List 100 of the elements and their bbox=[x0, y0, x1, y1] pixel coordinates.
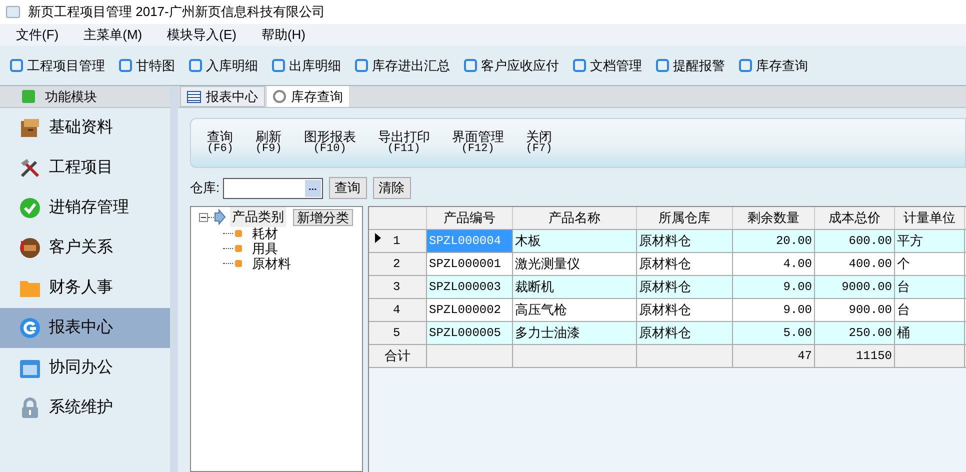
bullet-icon bbox=[235, 260, 242, 267]
warehouse-field[interactable]: ... bbox=[222, 178, 323, 198]
collapse-icon[interactable] bbox=[199, 212, 208, 222]
checkmark-icon bbox=[19, 197, 41, 219]
sidebar-item[interactable]: 财务人事 bbox=[0, 268, 170, 308]
menu-item[interactable]: 主菜单(M) bbox=[78, 25, 148, 45]
square-icon bbox=[189, 59, 202, 72]
table-cell: 激光测量仪 bbox=[513, 253, 637, 275]
table-cell: 600.00 bbox=[815, 230, 895, 252]
list-icon bbox=[187, 90, 201, 102]
tree-item[interactable]: 产品类别 bbox=[230, 207, 286, 227]
table-cell: 台 bbox=[895, 276, 965, 298]
menu-item[interactable]: 帮助(H) bbox=[255, 25, 312, 45]
table-cell: 原材料仓 bbox=[637, 322, 733, 344]
table-cell: SPZL000005 bbox=[427, 322, 513, 344]
warehouse-label: 仓库: bbox=[190, 179, 220, 198]
row-header[interactable]: 4 bbox=[369, 299, 427, 321]
bullet-icon bbox=[235, 230, 242, 237]
table-cell: 木板 bbox=[513, 230, 637, 252]
table-cell: 多力士油漆 bbox=[513, 322, 637, 344]
row-number: 5 bbox=[393, 325, 400, 342]
square-icon bbox=[739, 59, 752, 72]
sidebar-item[interactable]: 进销存管理 bbox=[0, 188, 170, 228]
sidebar-item[interactable]: 工程项目 bbox=[0, 148, 170, 188]
table-cell: SPZL000003 bbox=[427, 276, 513, 298]
table-cell: 20.00 bbox=[733, 230, 815, 252]
bullet-icon bbox=[235, 245, 242, 252]
total-cell: 11150 bbox=[815, 345, 895, 367]
drawer-cabinet-icon bbox=[19, 117, 41, 139]
square-icon bbox=[656, 59, 669, 72]
table-cell: 台 bbox=[895, 299, 965, 321]
column-header[interactable]: 剩余数量 bbox=[733, 207, 815, 229]
table-cell: 250.00 bbox=[815, 322, 895, 344]
square-icon bbox=[464, 59, 477, 72]
tools-icon bbox=[19, 157, 41, 179]
table-cell: 平方 bbox=[895, 230, 965, 252]
table-cell: 9000.00 bbox=[815, 276, 895, 298]
total-cell: 47 bbox=[733, 345, 815, 367]
table-cell: 原材料仓 bbox=[637, 253, 733, 275]
add-category-button[interactable]: 新增分类 bbox=[293, 208, 353, 226]
picker-button[interactable]: ... bbox=[304, 180, 321, 196]
tab[interactable]: 报表中心 bbox=[180, 86, 265, 107]
padlock-icon bbox=[19, 397, 41, 419]
filter-button[interactable]: 清除 bbox=[372, 177, 411, 199]
app-logo-icon bbox=[6, 6, 20, 18]
square-icon bbox=[355, 59, 368, 72]
menu-item[interactable]: 模块导入(E) bbox=[161, 25, 242, 45]
column-header[interactable]: 产品名称 bbox=[513, 207, 637, 229]
toolbar-button[interactable]: 客户应收应付 bbox=[464, 56, 559, 76]
window-title: 新页工程项目管理 2017-广州新页信息科技有限公司 bbox=[28, 3, 325, 22]
square-icon bbox=[119, 59, 132, 72]
table-cell: 900.00 bbox=[815, 299, 895, 321]
sidebar-title: 功能模块 bbox=[45, 88, 97, 106]
row-header[interactable]: 3 bbox=[369, 276, 427, 298]
table-cell: 9.00 bbox=[733, 276, 815, 298]
square-icon bbox=[272, 59, 285, 72]
toolbar-button[interactable]: 工程项目管理 bbox=[10, 56, 105, 76]
action-button[interactable]: 查询 (F6) bbox=[207, 130, 234, 156]
table-cell: 高压气枪 bbox=[513, 299, 637, 321]
menu-item[interactable]: 文件(F) bbox=[10, 25, 65, 45]
toolbar-button[interactable]: 库存进出汇总 bbox=[355, 56, 450, 76]
table-cell: 原材料仓 bbox=[637, 230, 733, 252]
sidebar-item[interactable]: 系统维护 bbox=[0, 388, 170, 428]
table-cell: 原材料仓 bbox=[637, 276, 733, 298]
toolbar-button[interactable]: 入库明细 bbox=[189, 56, 258, 76]
table-cell: 桶 bbox=[895, 322, 965, 344]
sidebar-item[interactable]: 基础资料 bbox=[0, 108, 170, 148]
table-cell: SPZL000001 bbox=[427, 253, 513, 275]
toolbar-button[interactable]: 出库明细 bbox=[272, 56, 341, 76]
action-button[interactable]: 关闭 (F7) bbox=[526, 130, 552, 156]
table-cell: 个 bbox=[895, 253, 965, 275]
action-button[interactable]: 图形报表 (F10) bbox=[304, 130, 356, 156]
current-row-icon bbox=[375, 233, 381, 243]
toolbar-button[interactable]: 提醒报警 bbox=[656, 56, 725, 76]
table-cell: 9.00 bbox=[733, 299, 815, 321]
row-header[interactable]: 5 bbox=[369, 322, 427, 344]
row-header[interactable]: 1 bbox=[369, 230, 427, 252]
row-number: 3 bbox=[393, 279, 400, 296]
table-cell: SPZL000002 bbox=[427, 299, 513, 321]
row-header[interactable]: 2 bbox=[369, 253, 427, 275]
tab[interactable]: 库存查询 bbox=[267, 86, 349, 107]
toolbar-button[interactable]: 文档管理 bbox=[573, 56, 642, 76]
sidebar-item[interactable]: 协同办公 bbox=[0, 348, 170, 388]
column-header[interactable]: 计量单位 bbox=[895, 207, 965, 229]
column-header[interactable]: 成本总价 bbox=[815, 207, 895, 229]
table-cell: 裁断机 bbox=[513, 276, 637, 298]
action-button[interactable]: 刷新 (F9) bbox=[255, 130, 282, 156]
filter-button[interactable]: 查询 bbox=[328, 177, 367, 199]
column-header[interactable]: 产品编号 bbox=[427, 207, 513, 229]
toolbar-button[interactable]: 库存查询 bbox=[739, 56, 808, 76]
square-icon bbox=[573, 59, 586, 72]
table-cell: 400.00 bbox=[815, 253, 895, 275]
row-number: 2 bbox=[393, 256, 400, 273]
column-header[interactable]: 所属仓库 bbox=[637, 207, 733, 229]
toolbar-button[interactable]: 甘特图 bbox=[119, 56, 175, 76]
action-button[interactable]: 界面管理 (F12) bbox=[452, 130, 504, 156]
sidebar-item[interactable]: 报表中心 bbox=[0, 308, 170, 348]
sidebar-item[interactable]: 客户关系 bbox=[0, 228, 170, 268]
row-number: 4 bbox=[393, 302, 400, 319]
action-button[interactable]: 导出打印 (F11) bbox=[378, 130, 430, 156]
